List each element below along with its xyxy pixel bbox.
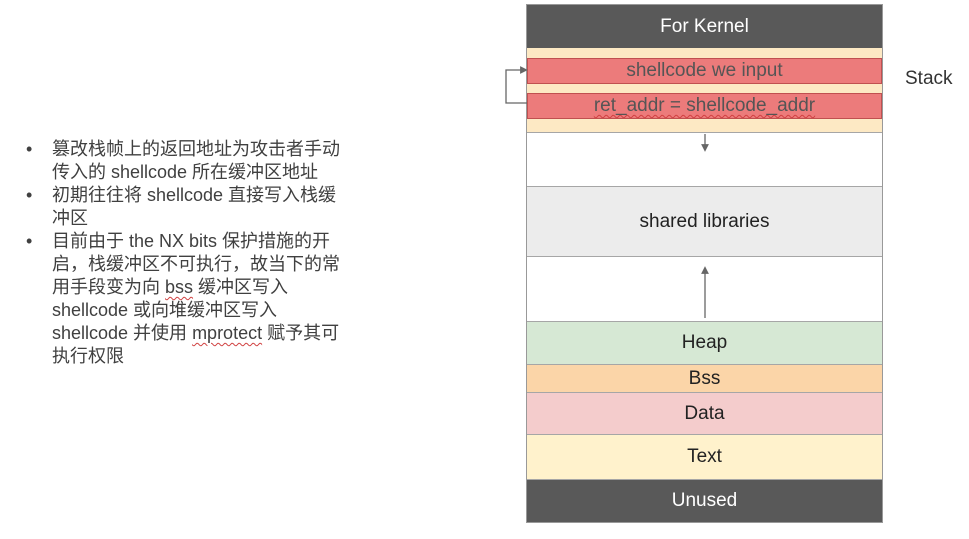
loop-arrow-icon (505, 66, 528, 104)
diagram-arrows (505, 66, 709, 318)
